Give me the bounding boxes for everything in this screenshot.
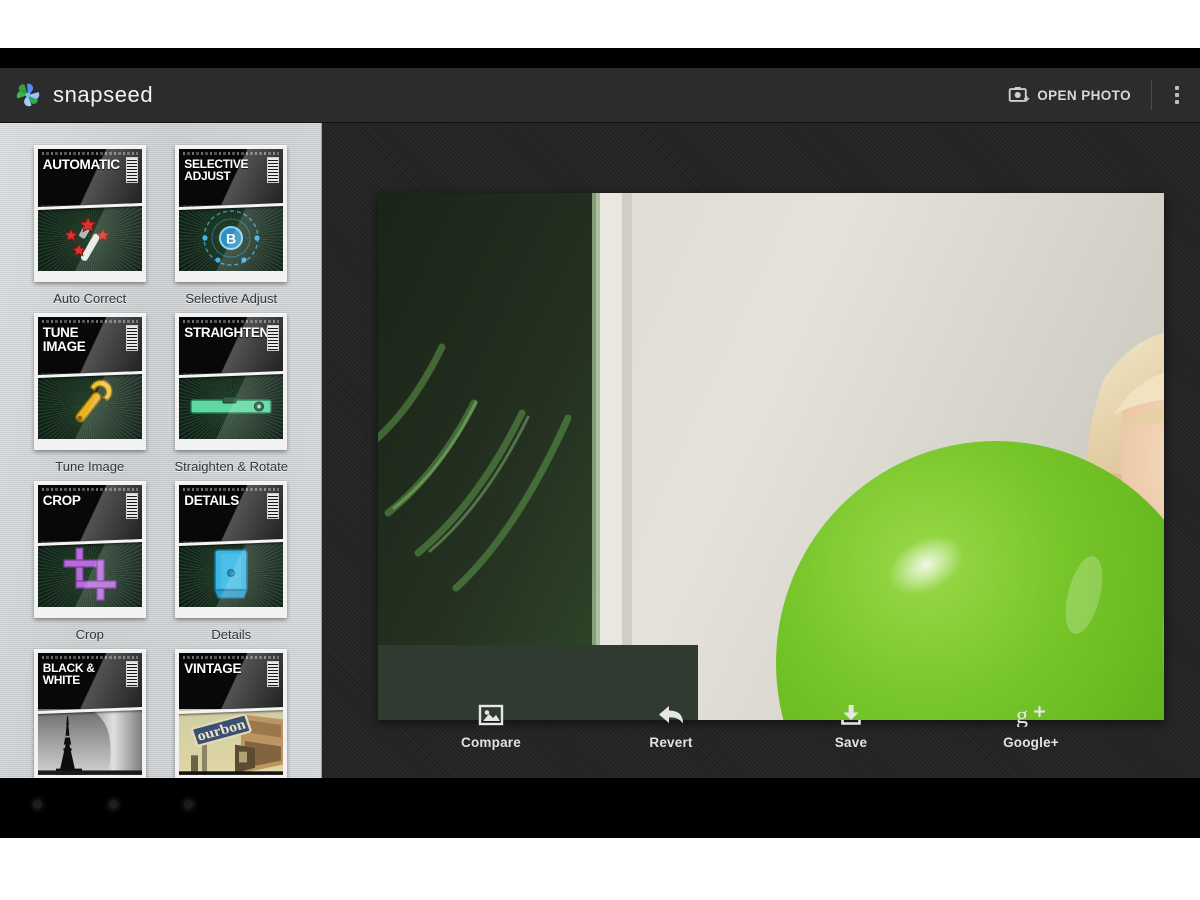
sidebar-item-details[interactable]: DETAILS Details [166,481,298,642]
save-button[interactable]: Save [806,702,896,750]
svg-text:g: g [1016,703,1028,727]
barcode-icon [125,661,138,687]
edited-photo[interactable] [378,193,1164,720]
card-title: CROP [42,493,81,508]
card-title: AUTOMATIC [42,157,120,172]
barcode-icon [125,325,138,351]
card-title: STRAIGHTEN [184,325,270,340]
tool-card: VINTAGE ourbon [175,649,288,778]
barcode-icon [267,157,280,183]
card-title: DETAILS [184,493,239,508]
sidebar-item-label: Auto Correct [53,291,127,306]
app-title: snapseed [53,82,154,107]
card-title: TUNE IMAGE [42,325,86,354]
eiffel-tower-photo [37,709,142,775]
photo-frame[interactable] [378,193,1164,720]
card-title: VINTAGE [184,661,242,676]
download-save-icon [839,702,863,728]
sidebar-item-auto-correct[interactable]: AUTOMATIC Auto Correct [24,145,156,306]
camera-plus-icon [1008,85,1030,105]
tool-card: SELECTIVE ADJUST [175,145,288,282]
tool-card: BLACK & WHITE [33,649,146,778]
nav-home-dot-icon[interactable] [109,800,118,809]
editor-canvas: Compare Revert Save g Google+ [322,123,1200,778]
google-plus-button[interactable]: g Google+ [986,702,1076,750]
barcode-icon [125,493,138,519]
micro-text-line [41,320,138,323]
save-label: Save [834,735,868,750]
nav-back-dot-icon[interactable] [33,800,42,809]
micro-text-line [183,488,280,491]
sidebar-item-tune-image[interactable]: TUNE IMAGE Tune Image [24,313,156,474]
card-title: BLACK & WHITE [42,661,95,688]
google-plus-icon: g [1014,702,1048,728]
tools-sidebar[interactable]: AUTOMATIC Auto Correct SELECTIVE ADJUST … [0,123,322,778]
overflow-menu-icon[interactable] [1162,75,1192,115]
tools-grid: AUTOMATIC Auto Correct SELECTIVE ADJUST … [0,123,321,778]
compare-label: Compare [461,735,521,750]
sidebar-item-label: Selective Adjust [185,291,278,306]
sidebar-item-label: Straighten & Rotate [174,459,288,474]
micro-text-line [183,656,280,659]
barcode-icon [267,661,280,687]
tablet-device-frame: snapseed OPEN PHOTO AUTOMATIC Auto Corre… [0,48,1200,838]
revert-button[interactable]: Revert [626,702,716,750]
snapseed-pinwheel-logo-icon [12,79,44,111]
sidebar-item-straighten-rotate[interactable]: STRAIGHTEN Straighten & Rotate [166,313,298,474]
open-photo-label: OPEN PHOTO [1037,87,1131,103]
bourbon-street-sign-photo: ourbon [179,709,284,775]
sidebar-item-vintage[interactable]: VINTAGE ourbon [166,649,298,778]
sidebar-item-label: Tune Image [55,459,125,474]
undo-arrow-icon [657,702,685,728]
barcode-icon [267,493,280,519]
tool-card: AUTOMATIC [33,145,146,282]
android-navigation-bar [0,778,1200,838]
image-compare-icon [478,702,504,728]
card-title: SELECTIVE ADJUST [184,157,249,184]
editor-action-toolbar: Compare Revert Save g Google+ [322,680,1200,778]
barcode-icon [267,325,280,351]
sidebar-item-crop[interactable]: CROP Crop [24,481,156,642]
sidebar-item-selective-adjust[interactable]: SELECTIVE ADJUST Selective Adjust [166,145,298,306]
micro-text-line [41,152,138,155]
tool-card: DETAILS [175,481,288,618]
micro-text-line [183,320,280,323]
micro-text-line [41,488,138,491]
screenshot-root: snapseed OPEN PHOTO AUTOMATIC Auto Corre… [0,0,1200,900]
barcode-icon [125,157,138,183]
open-photo-button[interactable]: OPEN PHOTO [998,77,1145,113]
compare-button[interactable]: Compare [446,702,536,750]
header-divider [1151,80,1152,110]
nav-recents-dot-icon[interactable] [184,800,193,809]
sidebar-item-black-and-white[interactable]: BLACK & WHITE [24,649,156,778]
app-header-bar: snapseed OPEN PHOTO [0,68,1200,123]
tool-card: STRAIGHTEN [175,313,288,450]
app-brand: snapseed [12,68,153,122]
google-plus-label: Google+ [1003,735,1059,750]
micro-text-line [183,152,280,155]
sidebar-item-label: Details [211,627,252,642]
header-actions: OPEN PHOTO [998,68,1200,122]
sidebar-item-label: Crop [75,627,104,642]
revert-label: Revert [649,735,693,750]
micro-text-line [41,656,138,659]
tool-card: CROP [33,481,146,618]
tool-card: TUNE IMAGE [33,313,146,450]
